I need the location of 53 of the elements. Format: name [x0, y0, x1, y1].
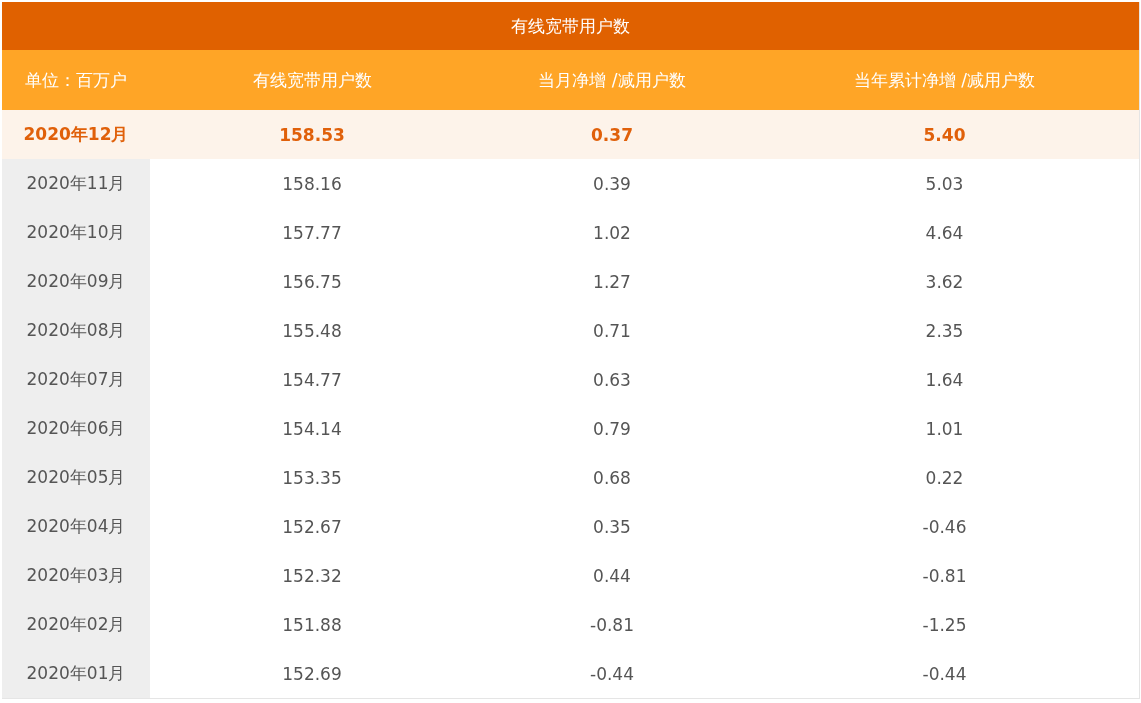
table-cell-text: 0.37 [590, 123, 634, 147]
table-cell-text: 4.64 [924, 221, 965, 245]
table-cell-text: 0.44 [592, 564, 632, 588]
table-cell-text: 1.01 [924, 417, 965, 441]
table-cell-text: 1.27 [592, 270, 632, 294]
column-header: 单位：百万户 [24, 68, 128, 92]
table-cell: 2020年06月 [2, 404, 150, 453]
table-cell-text: 154.14 [281, 417, 343, 441]
table-cell-text: 3.62 [924, 270, 965, 294]
table-cell: 2020年05月 [2, 453, 150, 502]
table-cell-text: 2020年12月 [22, 123, 130, 146]
table-cell-text: 0.39 [592, 172, 632, 196]
table-cell-text: 5.40 [922, 123, 967, 147]
table-cell-text: 158.53 [278, 123, 346, 147]
table-cell-text: 157.77 [281, 221, 343, 245]
table-cell-text: -0.81 [589, 613, 635, 637]
table-cell-text: 0.71 [592, 319, 632, 343]
table-cell-text: 153.35 [281, 466, 343, 490]
table-cell-text: 152.67 [281, 515, 343, 539]
table-cell: 2020年04月 [2, 502, 150, 551]
table-cell-text: 156.75 [281, 270, 343, 294]
table-cell-text: 152.69 [281, 662, 343, 686]
column-header: 当年累计净增 /减用户数 [852, 68, 1037, 92]
table-cell-text: 5.03 [924, 172, 965, 196]
table-cell-text: -0.81 [921, 564, 968, 588]
table-cell-text: -0.46 [921, 515, 968, 539]
table-cell-text: 1.02 [592, 221, 632, 245]
table-cell-text: 1.64 [924, 368, 965, 392]
table-cell-text: 0.79 [592, 417, 632, 441]
table-cell-text: 0.63 [592, 368, 632, 392]
table-cell: 2020年11月 [2, 159, 150, 208]
table-cell-text: 0.22 [924, 466, 965, 490]
table-cell: 2020年02月 [2, 600, 150, 649]
table-cell: 2020年01月 [2, 649, 150, 698]
table-cell: 2020年10月 [2, 208, 150, 257]
table-cell-text: -0.44 [589, 662, 635, 686]
table-cell-text: 0.68 [592, 466, 632, 490]
table-title: 有线宽带用户数 [2, 2, 1139, 50]
table-cell-text: 2.35 [924, 319, 965, 343]
table-cell-text: -1.25 [921, 613, 968, 637]
column-header: 当月净增 /减用户数 [537, 68, 687, 92]
table-cell: 2020年08月 [2, 306, 150, 355]
table-cell-text: 154.77 [281, 368, 343, 392]
table-cell: 2020年07月 [2, 355, 150, 404]
table-cell-text: -0.44 [921, 662, 968, 686]
table-cell-text: 158.16 [281, 172, 343, 196]
table-cell: 2020年03月 [2, 551, 150, 600]
table-cell-text: 151.88 [281, 613, 343, 637]
table-cell-text: 155.48 [281, 319, 343, 343]
column-header: 有线宽带用户数 [251, 68, 373, 92]
table-cell-text: 0.35 [592, 515, 632, 539]
table-cell: 2020年09月 [2, 257, 150, 306]
table-cell-text: 152.32 [281, 564, 343, 588]
